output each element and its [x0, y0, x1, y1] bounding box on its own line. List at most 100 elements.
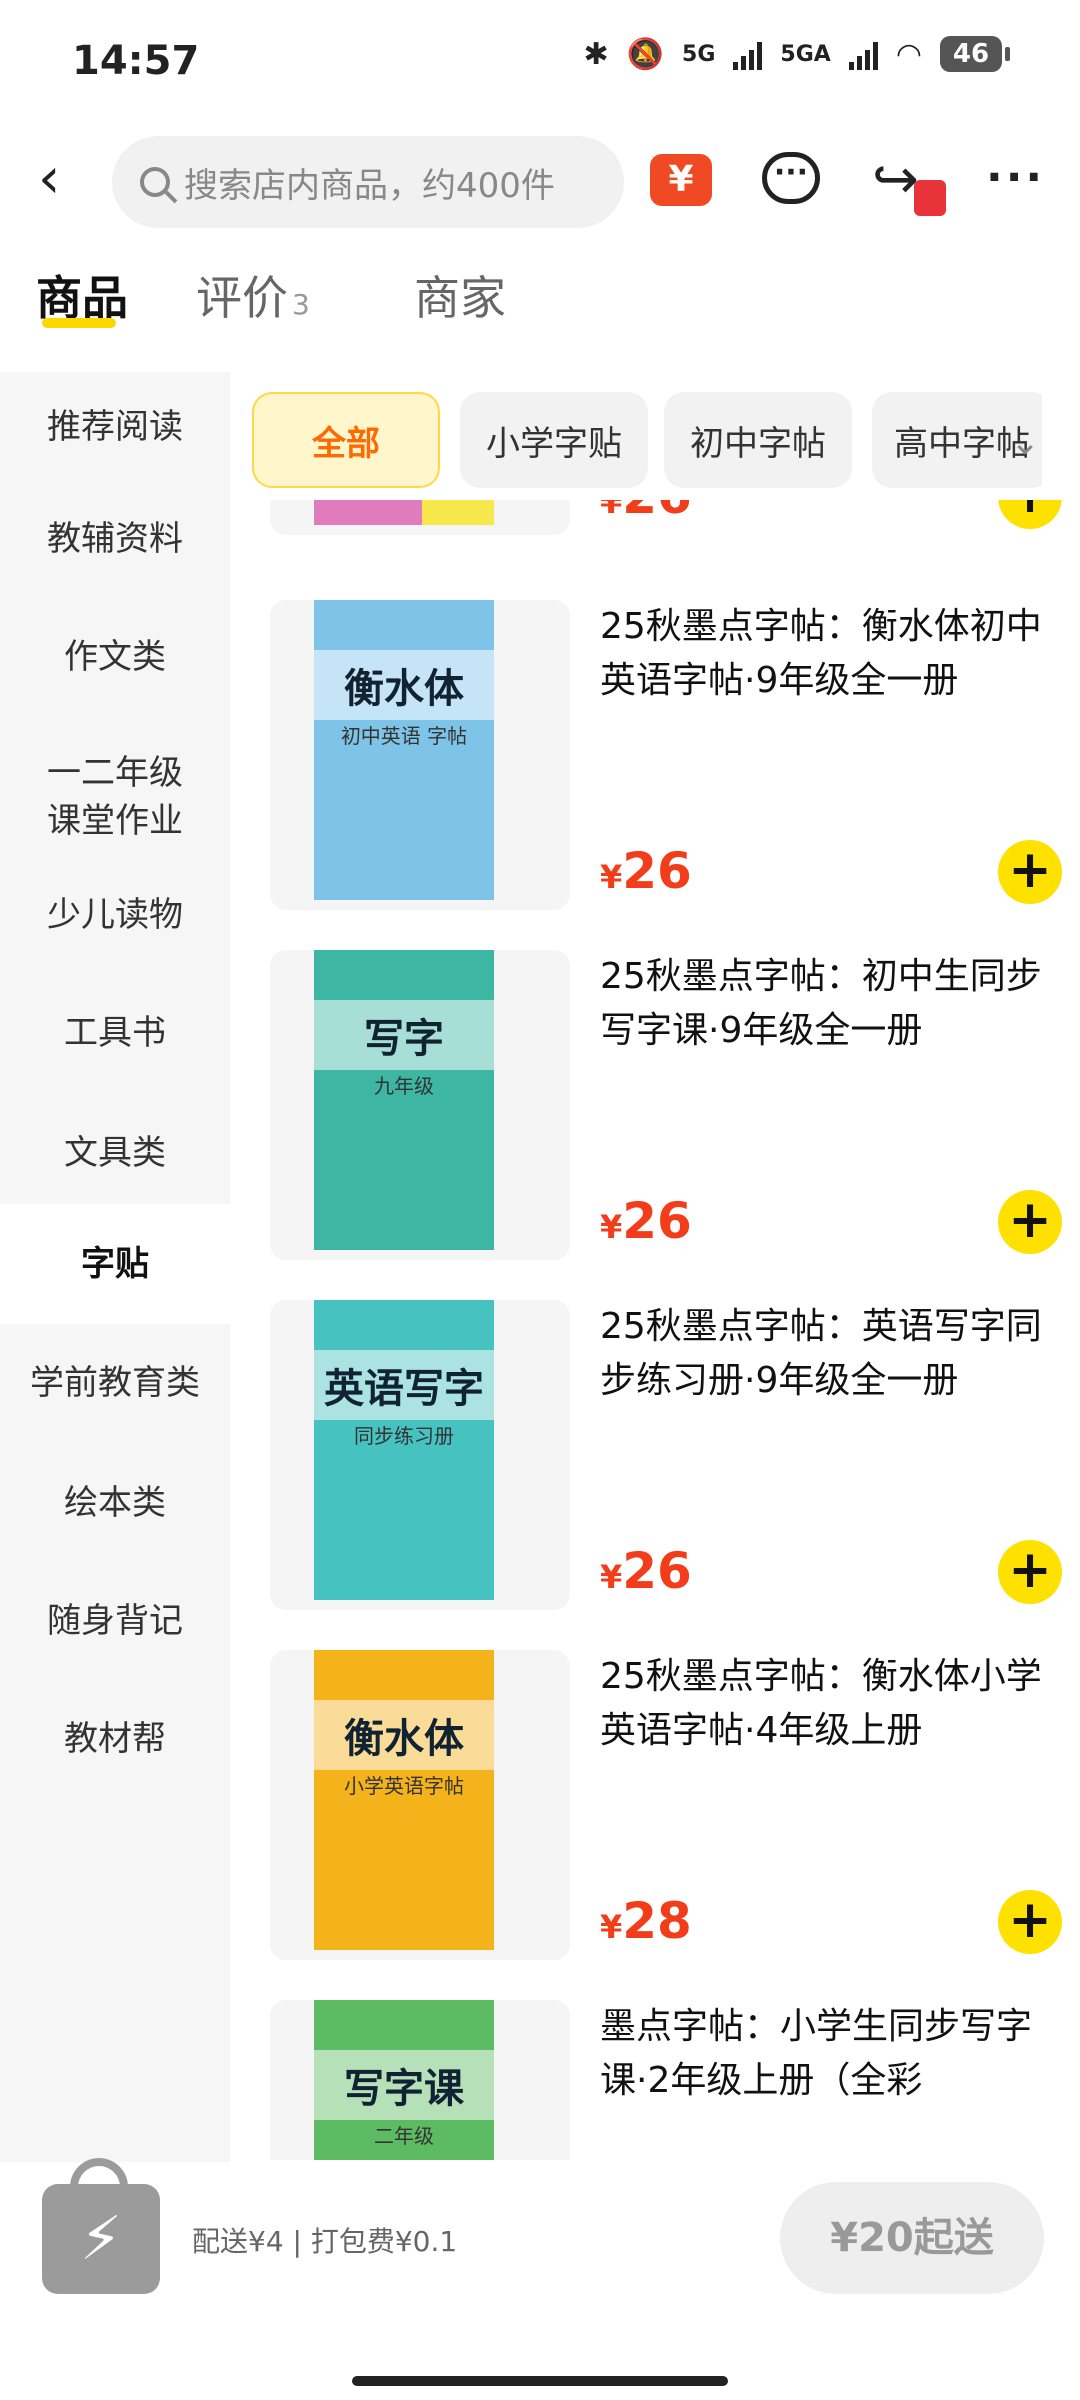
product-price: ¥28	[600, 1892, 692, 1950]
sidebar-item-label: 教辅资料	[47, 519, 183, 559]
tab-reviews[interactable]: 评价 3	[196, 262, 310, 328]
product-image[interactable]	[270, 500, 570, 535]
product-title[interactable]: 25秋墨点字帖：衡水体初中英语字帖·9年级全一册	[600, 600, 1060, 708]
subcategory-chips: 全部 小学字贴 初中字帖 高中字帖	[252, 392, 1042, 492]
sidebar-item-label: 随身背记	[47, 1601, 183, 1641]
book-cover-image: 英语写字 同步练习册	[314, 1300, 494, 1600]
tab-merchant-label: 商家	[414, 271, 506, 325]
signal-icon-2	[848, 38, 878, 70]
sidebar-item-label: 学前教育类	[30, 1363, 200, 1403]
product-price: ¥26	[600, 1192, 692, 1250]
search-input[interactable]: 搜索店内商品，约400件	[112, 136, 624, 228]
book-cover-image: 写字 九年级	[314, 950, 494, 1250]
sidebar-item[interactable]: 学前教育类	[0, 1328, 230, 1438]
wifi-icon: ◠	[895, 36, 922, 72]
sidebar-item-label: 绘本类	[64, 1483, 166, 1523]
message-icon[interactable]: ···	[762, 152, 820, 204]
sidebar-item[interactable]: 教材帮	[0, 1684, 230, 1794]
price-value: 26	[622, 500, 692, 525]
product-list: ¥26+衡水体初中英语 字帖25秋墨点字帖：衡水体初中英语字帖·9年级全一册¥2…	[230, 500, 1080, 2160]
tab-merchant[interactable]: 商家	[414, 262, 506, 328]
top-bar: ‹ 搜索店内商品，约400件 ¥ ··· ↪ ···	[0, 124, 1080, 242]
product-image[interactable]: 写字 九年级	[270, 950, 570, 1260]
network-label-1: 5G	[682, 41, 716, 67]
product-price: ¥26	[600, 1542, 692, 1600]
currency-symbol: ¥	[600, 1558, 623, 1596]
currency-symbol: ¥	[600, 858, 623, 896]
chip-0[interactable]: 全部	[252, 392, 440, 488]
book-cover-title: 写字课	[314, 2050, 494, 2120]
book-cover-image	[314, 500, 494, 525]
book-cover-title: 英语写字	[314, 1350, 494, 1420]
sidebar-item[interactable]: 绘本类	[0, 1448, 230, 1558]
back-arrow-icon[interactable]: ‹	[38, 151, 94, 210]
book-cover-image: 写字课 二年级	[314, 2000, 494, 2160]
book-cover-title: 衡水体	[314, 1700, 494, 1770]
book-cover-subtitle: 初中英语 字帖	[340, 724, 468, 748]
red-packet-icon[interactable]: ¥	[650, 154, 712, 206]
category-sidebar: 推荐阅读教辅资料作文类一二年级 课堂作业少儿读物工具书 文具类字贴学前教育类绘本类…	[0, 372, 230, 2162]
chip-2[interactable]: 初中字帖	[664, 392, 852, 488]
sidebar-item[interactable]: 作文类	[0, 602, 230, 712]
add-to-cart-icon[interactable]: +	[998, 1890, 1062, 1954]
product-title[interactable]: 墨点字帖：小学生同步写字课·2年级上册（全彩	[600, 2000, 1060, 2108]
product-image[interactable]: 写字课 二年级	[270, 2000, 570, 2160]
sidebar-item[interactable]: 随身背记	[0, 1566, 230, 1676]
currency-symbol: ¥	[600, 1208, 623, 1246]
tab-reviews-label: 评价	[196, 271, 288, 325]
sidebar-item[interactable]: 工具书	[0, 978, 230, 1088]
sidebar-item-label: 教材帮	[64, 1719, 166, 1759]
tab-indicator	[42, 318, 116, 328]
product-image[interactable]: 衡水体 初中英语 字帖	[270, 600, 570, 910]
delivery-fee: 配送¥4 | 打包费¥0.1	[192, 2225, 458, 2258]
book-cover-subtitle: 二年级	[374, 2124, 434, 2148]
share-icon[interactable]: ↪	[872, 148, 946, 218]
product-title[interactable]: 25秋墨点字帖：英语写字同步练习册·9年级全一册	[600, 1300, 1060, 1408]
product-card[interactable]: ¥26 +	[250, 500, 1062, 535]
tab-reviews-count: 3	[292, 288, 310, 321]
home-indicator	[352, 2376, 728, 2386]
product-card[interactable]: 衡水体 初中英语 字帖 25秋墨点字帖：衡水体初中英语字帖·9年级全一册 ¥26 +	[250, 600, 1062, 910]
network-label-2: 5GA	[780, 41, 831, 67]
search-placeholder: 搜索店内商品，约400件	[184, 165, 555, 206]
book-cover-subtitle: 小学英语字帖	[344, 1774, 464, 1798]
sidebar-item[interactable]: 少儿读物	[0, 860, 230, 970]
currency-symbol: ¥	[600, 1908, 623, 1946]
sidebar-item[interactable]: 教辅资料	[0, 484, 230, 594]
price-value: 26	[622, 1192, 692, 1250]
product-card[interactable]: 衡水体小学英语字帖 25秋墨点字帖：衡水体小学英语字帖·4年级上册 ¥28 +	[250, 1650, 1062, 1960]
min-order-button[interactable]: ¥20起送	[780, 2182, 1044, 2294]
book-cover-image: 衡水体 小学英语字帖	[314, 1650, 494, 1950]
book-cover-subtitle: 九年级	[374, 1074, 434, 1098]
product-card[interactable]: 英语写字 同步练习册 25秋墨点字帖：英语写字同步练习册·9年级全一册 ¥26 +	[250, 1300, 1062, 1610]
cart-bar: ⚡ 配送¥4 | 打包费¥0.1 ¥20起送	[0, 2158, 1080, 2400]
chip-1[interactable]: 小学字贴	[460, 392, 648, 488]
add-to-cart-icon[interactable]: +	[998, 500, 1062, 529]
sidebar-item[interactable]: 推荐阅读	[0, 372, 230, 482]
sidebar-item[interactable]: 一二年级 课堂作业	[0, 732, 230, 862]
product-image[interactable]: 英语写字 同步练习册	[270, 1300, 570, 1610]
product-card[interactable]: 写字九年级 25秋墨点字帖：初中生同步写字课·9年级全一册 ¥26 +	[250, 950, 1062, 1260]
sidebar-item[interactable]: 字贴	[0, 1204, 230, 1324]
add-to-cart-icon[interactable]: +	[998, 1540, 1062, 1604]
chevron-down-icon[interactable]: ⌄	[1010, 422, 1040, 463]
store-tabs: 商品 评价 3 商家	[0, 242, 1080, 372]
more-icon[interactable]: ···	[986, 156, 1045, 200]
sidebar-item[interactable]: 文具类	[0, 1098, 230, 1208]
sidebar-item-label: 少儿读物	[47, 895, 183, 935]
book-cover-title: 写字	[314, 1000, 494, 1070]
add-to-cart-icon[interactable]: +	[998, 840, 1062, 904]
price-value: 28	[622, 1892, 692, 1950]
battery-icon: 46	[940, 36, 1010, 72]
signal-icon	[733, 38, 763, 70]
book-cover-image: 衡水体 初中英语 字帖	[314, 600, 494, 900]
sidebar-item-label: 字贴	[81, 1244, 149, 1284]
cart-bag-icon[interactable]: ⚡	[42, 2158, 160, 2294]
product-card[interactable]: 写字课 二年级 墨点字帖：小学生同步写字课·2年级上册（全彩	[250, 2000, 1060, 2160]
mute-icon: 🔕	[626, 36, 665, 72]
product-title[interactable]: 25秋墨点字帖：初中生同步写字课·9年级全一册	[600, 950, 1060, 1058]
product-image[interactable]: 衡水体 小学英语字帖	[270, 1650, 570, 1960]
product-title[interactable]: 25秋墨点字帖：衡水体小学英语字帖·4年级上册	[600, 1650, 1060, 1758]
add-to-cart-icon[interactable]: +	[998, 1190, 1062, 1254]
sidebar-item-label: 作文类	[64, 637, 166, 677]
